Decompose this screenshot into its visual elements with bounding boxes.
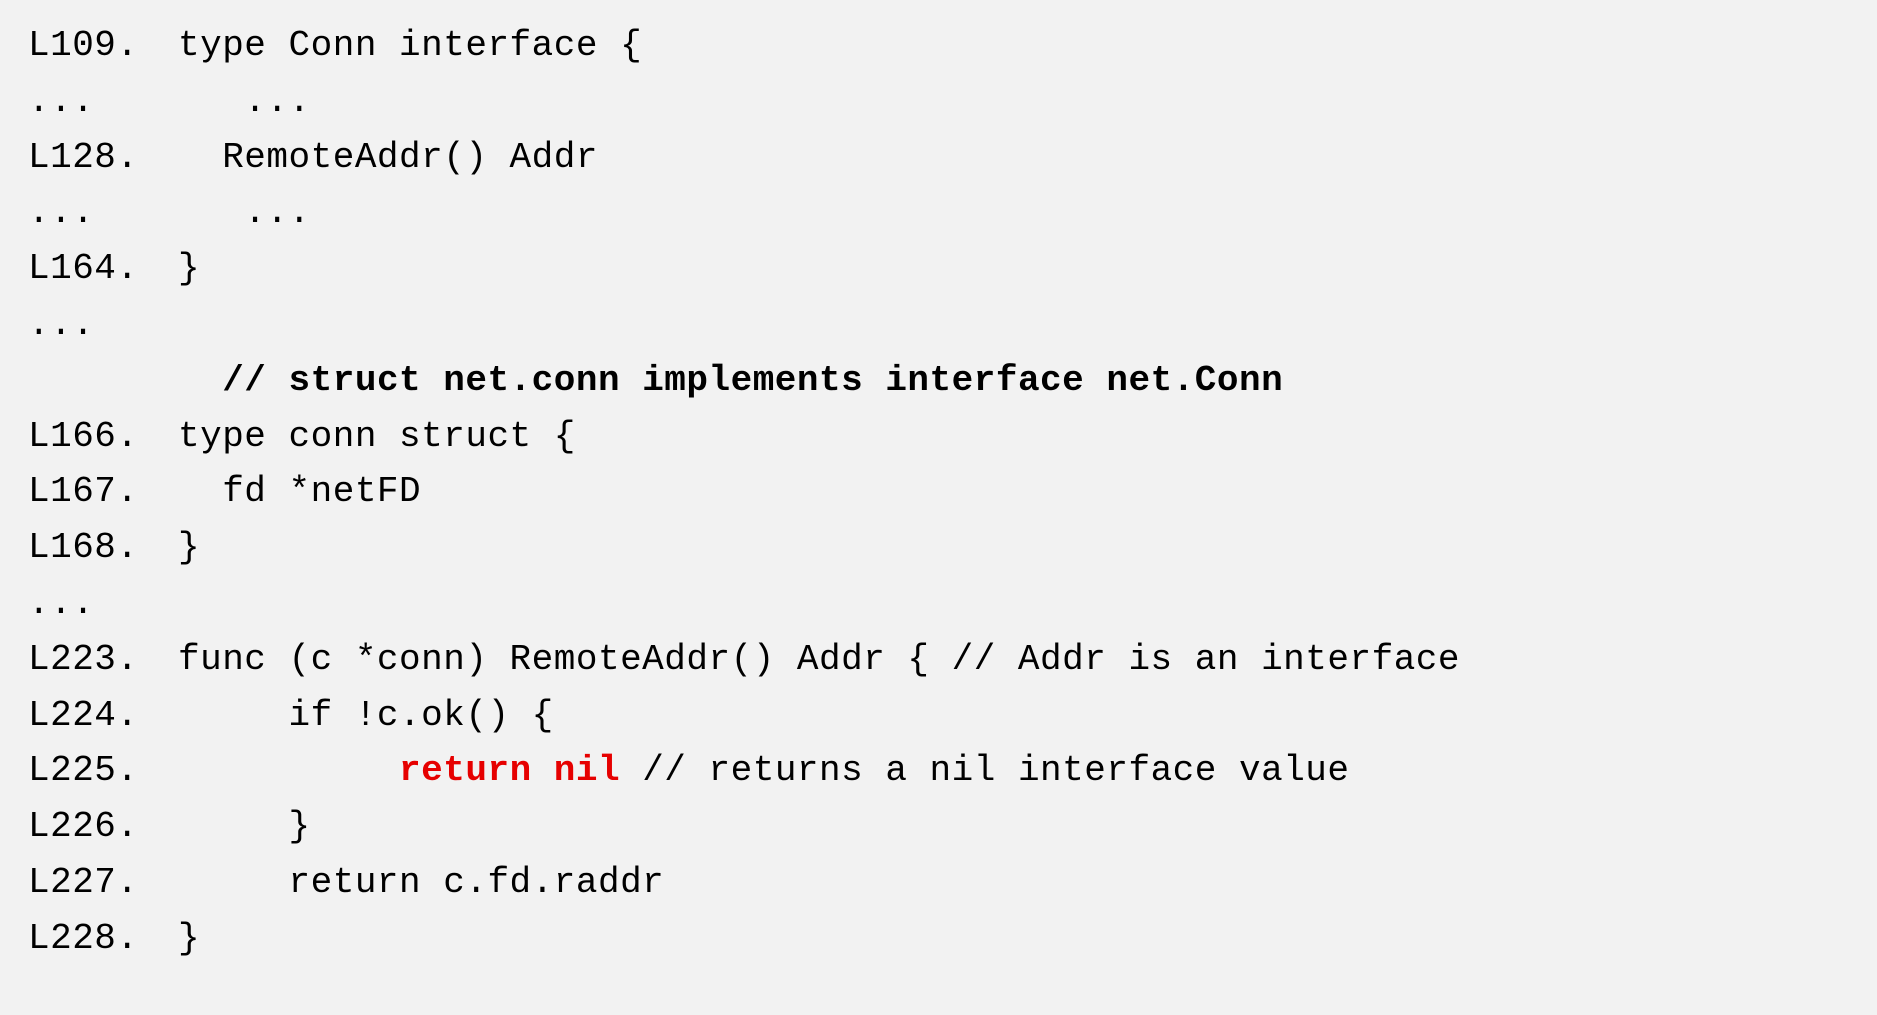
line-number: L224. <box>28 688 178 744</box>
code-segment: // <box>178 360 289 401</box>
code-content: ... <box>178 81 311 122</box>
line-number: L164. <box>28 241 178 297</box>
line-number: L167. <box>28 464 178 520</box>
code-line: L223.func (c *conn) RemoteAddr() Addr { … <box>28 632 1849 688</box>
code-segment: } <box>178 806 311 847</box>
code-segment: } <box>178 527 200 568</box>
code-segment: } <box>178 248 200 289</box>
line-number: L168. <box>28 520 178 576</box>
code-segment: ... <box>178 81 311 122</box>
code-line: L225. return nil // returns a nil interf… <box>28 743 1849 799</box>
code-line: L226. } <box>28 799 1849 855</box>
code-segment: RemoteAddr() Addr <box>178 137 598 178</box>
code-content: type Conn interface { <box>178 25 642 66</box>
code-content: } <box>178 527 200 568</box>
code-line: // struct net.conn implements interface … <box>28 353 1849 409</box>
code-segment: if !c.ok() { <box>178 695 554 736</box>
code-content: func (c *conn) RemoteAddr() Addr { // Ad… <box>178 639 1460 680</box>
code-line: ... <box>28 297 1849 353</box>
line-number: ... <box>28 185 178 241</box>
line-number: L225. <box>28 743 178 799</box>
code-content: // struct net.conn implements interface … <box>178 360 1283 401</box>
line-number: ... <box>28 297 178 353</box>
code-content: } <box>178 806 311 847</box>
code-content: type conn struct { <box>178 416 576 457</box>
code-line: L167. fd *netFD <box>28 464 1849 520</box>
code-content: return c.fd.raddr <box>178 862 664 903</box>
code-segment: fd *netFD <box>178 471 421 512</box>
code-segment: // returns a nil interface value <box>620 750 1349 791</box>
code-line: L166.type conn struct { <box>28 409 1849 465</box>
code-listing: L109.type Conn interface {... ...L128. R… <box>0 0 1877 985</box>
code-content: } <box>178 918 200 959</box>
code-content: } <box>178 248 200 289</box>
code-segment: func (c *conn) RemoteAddr() Addr { // Ad… <box>178 639 1460 680</box>
code-content: ... <box>178 192 311 233</box>
code-line: L168.} <box>28 520 1849 576</box>
line-number: ... <box>28 74 178 130</box>
code-line: L228.} <box>28 911 1849 967</box>
code-segment: type conn struct { <box>178 416 576 457</box>
code-segment <box>178 750 399 791</box>
code-line: L109.type Conn interface { <box>28 18 1849 74</box>
line-number: L228. <box>28 911 178 967</box>
code-segment: ... <box>178 192 311 233</box>
code-line: L227. return c.fd.raddr <box>28 855 1849 911</box>
line-number: L227. <box>28 855 178 911</box>
line-number: L223. <box>28 632 178 688</box>
code-content: fd *netFD <box>178 471 421 512</box>
code-segment: } <box>178 918 200 959</box>
line-number: L109. <box>28 18 178 74</box>
line-number: L166. <box>28 409 178 465</box>
code-line: ... ... <box>28 74 1849 130</box>
code-segment: struct net.conn implements interface net… <box>289 360 1284 401</box>
code-line: L128. RemoteAddr() Addr <box>28 130 1849 186</box>
line-number: L128. <box>28 130 178 186</box>
line-number: L226. <box>28 799 178 855</box>
code-content: if !c.ok() { <box>178 695 554 736</box>
code-segment: return c.fd.raddr <box>178 862 664 903</box>
code-line: ... ... <box>28 185 1849 241</box>
line-number: ... <box>28 576 178 632</box>
code-line: L224. if !c.ok() { <box>28 688 1849 744</box>
code-segment: type Conn interface { <box>178 25 642 66</box>
code-line: ... <box>28 576 1849 632</box>
code-segment: return nil <box>399 750 620 791</box>
code-content: RemoteAddr() Addr <box>178 137 598 178</box>
code-content: return nil // returns a nil interface va… <box>178 750 1350 791</box>
code-line: L164.} <box>28 241 1849 297</box>
